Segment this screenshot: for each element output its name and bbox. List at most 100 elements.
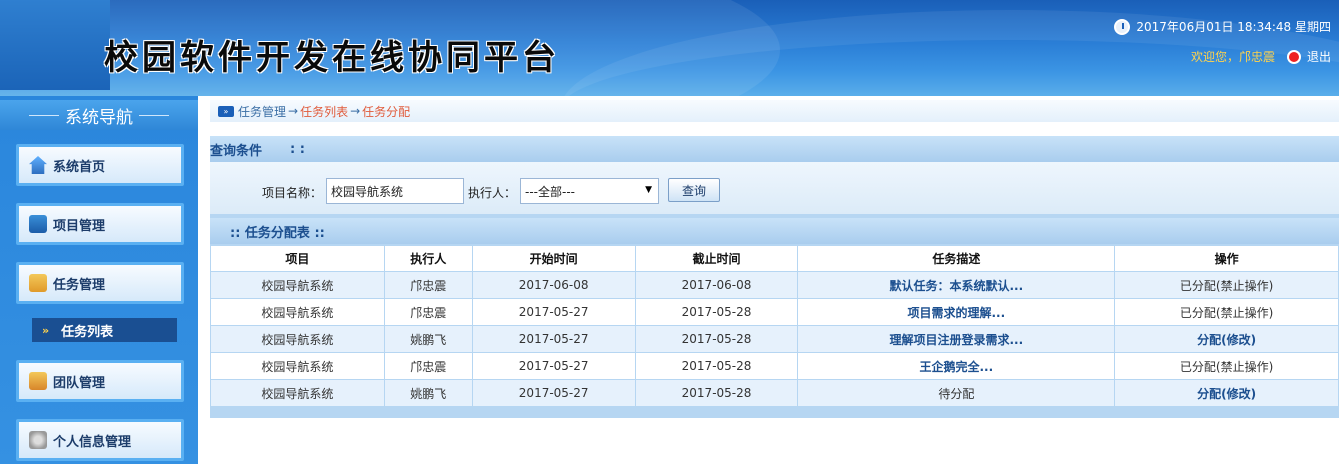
task-description-link[interactable]: 理解项目注册登录需求...	[889, 333, 1023, 347]
query-section-header: 查询条件 : :	[210, 136, 1339, 162]
sidebar-item-tasks[interactable]: 任务管理	[16, 262, 184, 304]
project-name-label: 项目名称：	[262, 186, 323, 200]
executor-select[interactable]: ---全部--- ▼	[520, 178, 659, 204]
cell-start-date: 2017-05-27	[471, 298, 636, 326]
cell-description: 理解项目注册登录需求...	[797, 325, 1116, 353]
cell-project: 校园导航系统	[210, 352, 385, 380]
table-row: 校园导航系统 姚鹏飞 2017-05-27 2017-05-28 理解项目注册登录需求.…	[210, 325, 1339, 353]
clock-icon	[1114, 18, 1131, 35]
app-title: 校园软件开发在线协同平台	[104, 38, 560, 78]
query-form: 项目名称： 执行人： ---全部--- ▼ 查询	[210, 162, 1339, 214]
assigned-status-text: 已分配(禁止操作)	[1179, 305, 1274, 320]
assign-modify-link[interactable]: 分配(修改)	[1197, 387, 1256, 401]
cell-project: 校园导航系统	[210, 325, 385, 353]
breadcrumb: » 任务管理 → 任务列表 → 任务分配	[210, 100, 1339, 122]
task-description-link[interactable]: 默认任务：本系统默认...	[889, 279, 1023, 293]
cell-end-date: 2017-06-08	[634, 271, 799, 299]
sidebar-item-label: 个人信息管理	[53, 434, 132, 450]
sidebar-subitem-label: 任务列表	[61, 324, 114, 340]
sidebar-item-label: 任务管理	[53, 277, 106, 293]
cell-project: 校园导航系统	[210, 298, 385, 326]
task-description-text: 待分配	[938, 386, 975, 401]
cell-operation: 已分配(禁止操作)	[1114, 352, 1339, 380]
column-header: 执行人	[383, 245, 473, 272]
search-button[interactable]: 查询	[668, 178, 720, 202]
double-chevron-icon: »	[42, 323, 50, 337]
breadcrumb-level1[interactable]: 任务管理	[238, 103, 286, 120]
query-title-suffix: : :	[290, 141, 305, 157]
logout-link[interactable]: 退出	[1307, 48, 1331, 65]
column-header: 项目	[210, 245, 385, 272]
clock-text: 2017年06月01日 18:34:48 星期四	[1136, 20, 1331, 34]
cell-end-date: 2017-05-28	[634, 379, 799, 407]
sidebar-item-profile[interactable]: 个人信息管理	[16, 419, 184, 461]
task-description-link[interactable]: 王企鹅完全...	[919, 360, 993, 374]
query-title: 查询条件	[210, 143, 263, 159]
breadcrumb-level2[interactable]: 任务列表	[300, 103, 348, 120]
assigned-status-text: 已分配(禁止操作)	[1179, 359, 1274, 374]
table-row: 校园导航系统 邝忠震 2017-06-08 2017-06-08 默认任务：本系统默认.…	[210, 271, 1339, 299]
power-icon[interactable]	[1286, 49, 1301, 64]
task-table: 项目 执行人 开始时间 截止时间 任务描述 操作 校园导航系统 邝忠震 2017-0…	[210, 245, 1339, 407]
cell-operation: 分配(修改)	[1114, 325, 1339, 353]
cell-project: 校园导航系统	[210, 379, 385, 407]
welcome-text: 欢迎您，邝忠震	[1190, 50, 1275, 64]
cell-start-date: 2017-05-27	[471, 352, 636, 380]
clock: 2017年06月01日 18:34:48 星期四	[1114, 18, 1331, 35]
cell-start-date: 2017-06-08	[471, 271, 636, 299]
user-area: 欢迎您，邝忠震 退出	[1191, 48, 1331, 65]
main-panel: 查询条件 : : 项目名称： 执行人： ---全部--- ▼ 查询 :: 任务分…	[210, 136, 1339, 418]
sidebar: 系统导航 系统首页 项目管理 任务管理 » 任务列表 团队管理 个人信息管理	[0, 96, 198, 464]
column-header: 操作	[1114, 245, 1339, 272]
logo	[0, 0, 110, 90]
sidebar-item-label: 项目管理	[53, 218, 106, 234]
sidebar-item-team[interactable]: 团队管理	[16, 360, 184, 402]
sidebar-item-projects[interactable]: 项目管理	[16, 203, 184, 245]
dropdown-arrow-icon: ▼	[645, 185, 652, 195]
task-description-link[interactable]: 项目需求的理解...	[907, 306, 1005, 320]
cell-description: 项目需求的理解...	[797, 298, 1116, 326]
task-icon	[29, 274, 47, 292]
column-header: 任务描述	[797, 245, 1116, 272]
breadcrumb-separator: →	[288, 104, 299, 118]
cell-executor: 邝忠震	[383, 352, 473, 380]
sidebar-item-label: 团队管理	[53, 375, 106, 391]
cell-description: 待分配	[797, 379, 1116, 407]
table-row: 校园导航系统 姚鹏飞 2017-05-27 2017-05-28 待分配 分配(修改)	[210, 379, 1339, 407]
table-row: 校园导航系统 邝忠震 2017-05-27 2017-05-28 项目需求的理解... 已…	[210, 298, 1339, 326]
cell-executor: 邝忠震	[383, 271, 473, 299]
column-header: 开始时间	[471, 245, 636, 272]
cell-project: 校园导航系统	[210, 271, 385, 299]
sidebar-subitem-task-list[interactable]: » 任务列表	[32, 318, 177, 342]
sidebar-item-label: 系统首页	[53, 159, 106, 175]
breadcrumb-icon: »	[218, 105, 234, 117]
table-header-row: 项目 执行人 开始时间 截止时间 任务描述 操作	[210, 245, 1339, 272]
page-header: 校园软件开发在线协同平台 2017年06月01日 18:34:48 星期四 欢迎…	[0, 0, 1339, 96]
column-header: 截止时间	[634, 245, 799, 272]
cell-operation: 已分配(禁止操作)	[1114, 298, 1339, 326]
cell-executor: 邝忠震	[383, 298, 473, 326]
executor-select-value: ---全部---	[525, 184, 575, 199]
cell-end-date: 2017-05-28	[634, 298, 799, 326]
executor-label: 执行人：	[468, 186, 517, 200]
cell-description: 王企鹅完全...	[797, 352, 1116, 380]
breadcrumb-separator: →	[350, 104, 361, 118]
cell-start-date: 2017-05-27	[471, 379, 636, 407]
assign-modify-link[interactable]: 分配(修改)	[1197, 333, 1256, 347]
team-icon	[29, 372, 47, 390]
table-section-header: :: 任务分配表 ::	[210, 218, 1339, 244]
cell-executor: 姚鹏飞	[383, 325, 473, 353]
cell-start-date: 2017-05-27	[471, 325, 636, 353]
assigned-status-text: 已分配(禁止操作)	[1179, 278, 1274, 293]
cell-end-date: 2017-05-28	[634, 352, 799, 380]
monitor-icon	[29, 215, 47, 233]
cell-operation: 已分配(禁止操作)	[1114, 271, 1339, 299]
user-gear-icon	[29, 431, 47, 449]
cell-end-date: 2017-05-28	[634, 325, 799, 353]
cell-operation: 分配(修改)	[1114, 379, 1339, 407]
sidebar-item-home[interactable]: 系统首页	[16, 144, 184, 186]
project-name-input[interactable]	[326, 178, 464, 204]
breadcrumb-level3: 任务分配	[362, 104, 411, 119]
table-row: 校园导航系统 邝忠震 2017-05-27 2017-05-28 王企鹅完全... 已分配…	[210, 352, 1339, 380]
home-icon	[29, 156, 47, 174]
